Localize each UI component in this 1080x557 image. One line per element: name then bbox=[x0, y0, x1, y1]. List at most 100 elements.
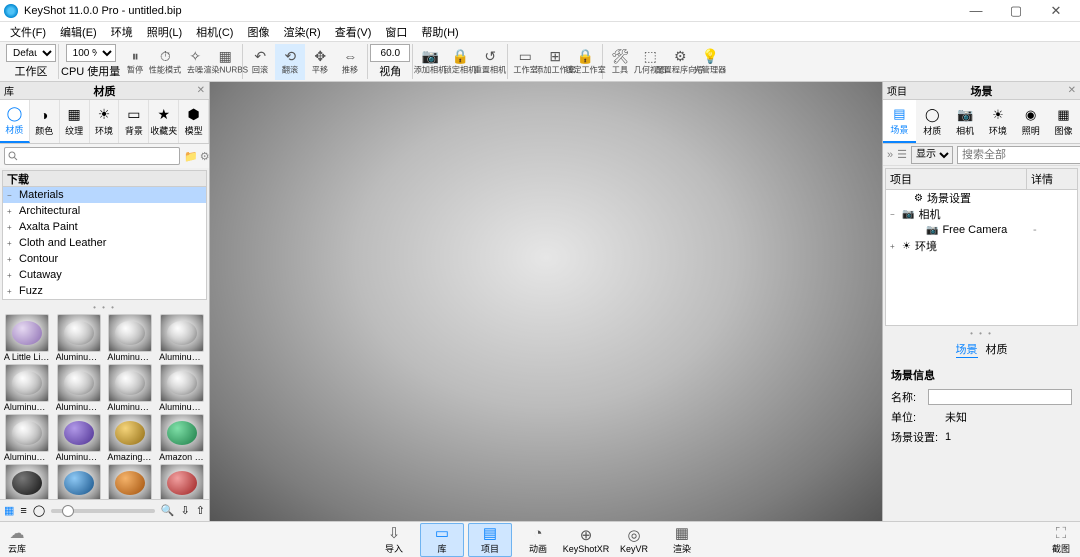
material-thumb[interactable]: Aluminum ... bbox=[106, 364, 156, 412]
screenshot-icon[interactable]: ⛶ bbox=[1056, 525, 1067, 542]
menu-item[interactable]: 图像 bbox=[241, 22, 275, 42]
material-thumb[interactable]: Aluminum ... bbox=[2, 364, 52, 412]
cloud-icon[interactable]: ☁ bbox=[10, 524, 25, 542]
material-thumb[interactable]: Aluminum ... bbox=[54, 364, 104, 412]
scene-search-input[interactable] bbox=[957, 146, 1080, 164]
close-button[interactable]: ✕ bbox=[1036, 0, 1076, 22]
library-search-input[interactable] bbox=[4, 147, 180, 165]
scene-subtab[interactable]: 材质 bbox=[986, 341, 1008, 358]
folder-icon[interactable]: 📁 bbox=[184, 150, 198, 163]
splitter[interactable]: • • • bbox=[883, 328, 1080, 338]
library-tab-环境[interactable]: ☀环境 bbox=[90, 100, 120, 143]
material-thumb[interactable]: Anodized ... bbox=[106, 464, 156, 499]
tree-item[interactable]: +Cutaway bbox=[3, 267, 206, 283]
sphere-preview-icon[interactable]: ◯ bbox=[33, 504, 45, 517]
material-thumb[interactable]: Amazing G... bbox=[106, 414, 156, 462]
bottom-导入-button[interactable]: ⇩导入 bbox=[372, 523, 416, 557]
scene-name-input[interactable] bbox=[928, 389, 1072, 405]
expand-icon[interactable]: − bbox=[890, 210, 898, 219]
collapse-icon[interactable]: » bbox=[887, 149, 893, 161]
splitter[interactable]: • • • bbox=[0, 302, 209, 312]
library-tab-背景[interactable]: ▭背景 bbox=[119, 100, 149, 143]
workspace-select[interactable]: Default bbox=[6, 44, 56, 62]
undo-button[interactable]: ↶回滚 bbox=[245, 44, 275, 80]
expand-icon[interactable]: + bbox=[7, 223, 15, 232]
maximize-button[interactable]: ▢ bbox=[996, 0, 1036, 22]
expand-icon[interactable]: + bbox=[890, 242, 898, 251]
export-icon[interactable]: ⇧ bbox=[196, 504, 205, 517]
menu-item[interactable]: 环境 bbox=[105, 22, 139, 42]
menu-item[interactable]: 帮助(H) bbox=[415, 22, 464, 42]
material-thumb[interactable]: Amazon M... bbox=[157, 414, 207, 462]
project-tab-材质[interactable]: ◯材质 bbox=[916, 100, 949, 143]
expand-icon[interactable]: − bbox=[7, 191, 15, 200]
library-tab-模型[interactable]: ⬢模型 bbox=[179, 100, 209, 143]
library-tab-收藏夹[interactable]: ★收藏夹 bbox=[149, 100, 179, 143]
tree-item[interactable]: −Materials bbox=[3, 187, 206, 203]
tree-item[interactable]: +Cloth and Leather bbox=[3, 235, 206, 251]
add-camera-button[interactable]: 📷添加相机 bbox=[415, 44, 445, 80]
material-thumb[interactable]: Aluminum ... bbox=[2, 414, 52, 462]
tools-button[interactable]: 🛠工具 bbox=[605, 44, 635, 80]
project-tab-场景[interactable]: ▤场景 bbox=[883, 100, 916, 143]
scene-tree-item[interactable]: ⚙场景设置 bbox=[886, 190, 1077, 206]
thumb-size-slider[interactable] bbox=[51, 509, 155, 513]
filter-icon[interactable]: ☰ bbox=[897, 148, 907, 161]
lock-camera-button[interactable]: 🔒锁定相机 bbox=[445, 44, 475, 80]
scene-tree-item[interactable]: 📷Free Camera- bbox=[886, 222, 1077, 238]
bottom-KeyShotXR-button[interactable]: ⊕KeyShotXR bbox=[564, 523, 608, 557]
material-thumb[interactable]: Anodized ... bbox=[2, 464, 52, 499]
list-view-icon[interactable]: ≡ bbox=[20, 505, 26, 517]
bottom-项目-button[interactable]: ▤项目 bbox=[468, 523, 512, 557]
light-manager-button[interactable]: 💡光管理器 bbox=[695, 44, 725, 80]
search-icon[interactable]: 🔍 bbox=[161, 504, 175, 517]
tumble-button[interactable]: ⟲翻滚 bbox=[275, 44, 305, 80]
bottom-渲染-button[interactable]: ▦渲染 bbox=[660, 523, 704, 557]
tree-item[interactable]: +Axalta Paint bbox=[3, 219, 206, 235]
scene-tree-item[interactable]: +☀环境 bbox=[886, 238, 1077, 254]
bottom-动画-button[interactable]: ◔动画 bbox=[516, 523, 560, 557]
perf-button[interactable]: ⏱性能模式 bbox=[150, 44, 180, 80]
menu-item[interactable]: 窗口 bbox=[379, 22, 413, 42]
render-viewport[interactable] bbox=[210, 82, 882, 521]
pan-button[interactable]: ✥平移 bbox=[305, 44, 335, 80]
config-wizard-button[interactable]: ⚙配置程序向导 bbox=[665, 44, 695, 80]
material-thumb[interactable]: Aluminum ... bbox=[106, 314, 156, 362]
material-thumb[interactable]: Aluminum ... bbox=[157, 314, 207, 362]
library-tab-颜色[interactable]: ◑颜色 bbox=[30, 100, 60, 143]
library-tab-材质[interactable]: ◯材质 bbox=[0, 100, 30, 143]
library-tab-纹理[interactable]: ▦纹理 bbox=[60, 100, 90, 143]
material-thumb[interactable]: A Little Lila... bbox=[2, 314, 52, 362]
material-thumb[interactable]: Anodized ... bbox=[54, 464, 104, 499]
lock-studio-button[interactable]: 🔒锁定工作室 bbox=[570, 44, 600, 80]
folder-gear-icon[interactable]: ⚙ bbox=[200, 150, 210, 163]
tree-item[interactable]: +Fuzz bbox=[3, 283, 206, 299]
project-tab-照明[interactable]: ◉照明 bbox=[1014, 100, 1047, 143]
tree-item[interactable]: +Gem Stones bbox=[3, 299, 206, 300]
material-tree[interactable]: 下载 −Materials+Architectural+Axalta Paint… bbox=[2, 170, 207, 300]
minimize-button[interactable]: — bbox=[956, 0, 996, 22]
expand-icon[interactable]: + bbox=[7, 239, 15, 248]
menu-item[interactable]: 查看(V) bbox=[329, 22, 378, 42]
expand-icon[interactable]: + bbox=[7, 287, 15, 296]
scene-tree[interactable]: 项目 详情 ⚙场景设置−📷相机📷Free Camera-+☀环境 bbox=[885, 168, 1078, 326]
reset-camera-button[interactable]: ↺重置相机 bbox=[475, 44, 505, 80]
import-icon[interactable]: ⇩ bbox=[181, 504, 190, 517]
cpu-select[interactable]: 100 % bbox=[66, 44, 116, 62]
nurbs-button[interactable]: ▦渲染NURBS bbox=[210, 44, 240, 80]
scene-subtab[interactable]: 场景 bbox=[956, 341, 978, 358]
menu-item[interactable]: 照明(L) bbox=[141, 22, 188, 42]
project-tab-图像[interactable]: ▦图像 bbox=[1047, 100, 1080, 143]
material-thumb[interactable]: Anodized ... bbox=[157, 464, 207, 499]
bottom-KeyVR-button[interactable]: ◎KeyVR bbox=[612, 523, 656, 557]
project-close-button[interactable]: ✕ bbox=[1068, 85, 1076, 96]
bottom-库-button[interactable]: ▭库 bbox=[420, 523, 464, 557]
display-select[interactable]: 显示 bbox=[911, 146, 953, 164]
menu-item[interactable]: 文件(F) bbox=[4, 22, 52, 42]
project-tab-环境[interactable]: ☀环境 bbox=[981, 100, 1014, 143]
material-thumb[interactable]: Aluminum ... bbox=[157, 364, 207, 412]
material-thumb[interactable]: Aluminum ... bbox=[54, 314, 104, 362]
pause-button[interactable]: ⏸暂停 bbox=[120, 44, 150, 80]
library-close-button[interactable]: ✕ bbox=[197, 85, 205, 96]
expand-icon[interactable]: + bbox=[7, 271, 15, 280]
